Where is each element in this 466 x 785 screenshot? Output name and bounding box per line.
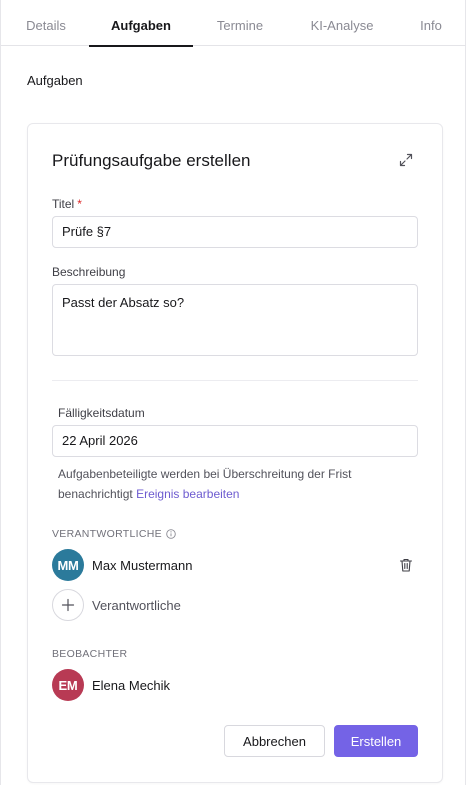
divider — [52, 380, 418, 381]
trash-icon[interactable] — [398, 557, 414, 573]
description-textarea[interactable]: Passt der Absatz so? — [52, 284, 418, 356]
task-panel: Details Aufgaben Termine KI-Analyse Info… — [0, 0, 466, 785]
tab-bar: Details Aufgaben Termine KI-Analyse Info — [1, 0, 466, 47]
title-input[interactable]: Prüfe §7 — [52, 216, 418, 248]
tab-aufgaben[interactable]: Aufgaben — [89, 0, 193, 47]
create-button[interactable]: Erstellen — [334, 725, 418, 757]
observer-person: EM Elena Mechik — [52, 669, 170, 701]
due-date-label: Fälligkeitsdatum — [58, 406, 145, 420]
plus-icon — [61, 598, 75, 612]
person-name: Max Mustermann — [92, 557, 193, 573]
tab-ki-analyse[interactable]: KI-Analyse — [297, 0, 387, 46]
title-label: Titel * — [52, 197, 82, 211]
cancel-button[interactable]: Abbrechen — [224, 725, 325, 757]
edit-event-link[interactable]: Ereignis bearbeiten — [136, 487, 239, 501]
responsible-label-text: VERANTWORTLICHE — [52, 528, 162, 540]
info-icon[interactable] — [166, 529, 176, 539]
add-responsible-button[interactable] — [52, 589, 84, 621]
expand-icon[interactable] — [398, 152, 414, 168]
description-label: Beschreibung — [52, 265, 126, 279]
due-date-input[interactable]: 22 April 2026 — [52, 425, 418, 457]
add-responsible-label[interactable]: Verantwortliche — [92, 598, 181, 613]
responsible-person: MM Max Mustermann — [52, 549, 192, 581]
person-name: Elena Mechik — [92, 677, 171, 693]
tab-termine[interactable]: Termine — [201, 0, 279, 46]
section-title: Aufgaben — [27, 73, 83, 88]
tab-details[interactable]: Details — [11, 0, 81, 46]
title-label-text: Titel — [52, 197, 75, 211]
card-title: Prüfungsaufgabe erstellen — [52, 151, 251, 170]
avatar: EM — [52, 669, 84, 701]
responsible-label: VERANTWORTLICHE — [52, 528, 176, 540]
avatar: MM — [52, 549, 84, 581]
create-task-card: Prüfungsaufgabe erstellen Titel * Prüfe §… — [27, 123, 443, 783]
tab-info[interactable]: Info — [407, 0, 455, 46]
add-responsible[interactable]: Verantwortliche — [52, 589, 181, 621]
observers-label: BEOBACHTER — [52, 648, 128, 660]
due-date-hint: Aufgabenbeteiligte werden bei Überschrei… — [58, 464, 408, 504]
required-marker: * — [77, 197, 82, 211]
